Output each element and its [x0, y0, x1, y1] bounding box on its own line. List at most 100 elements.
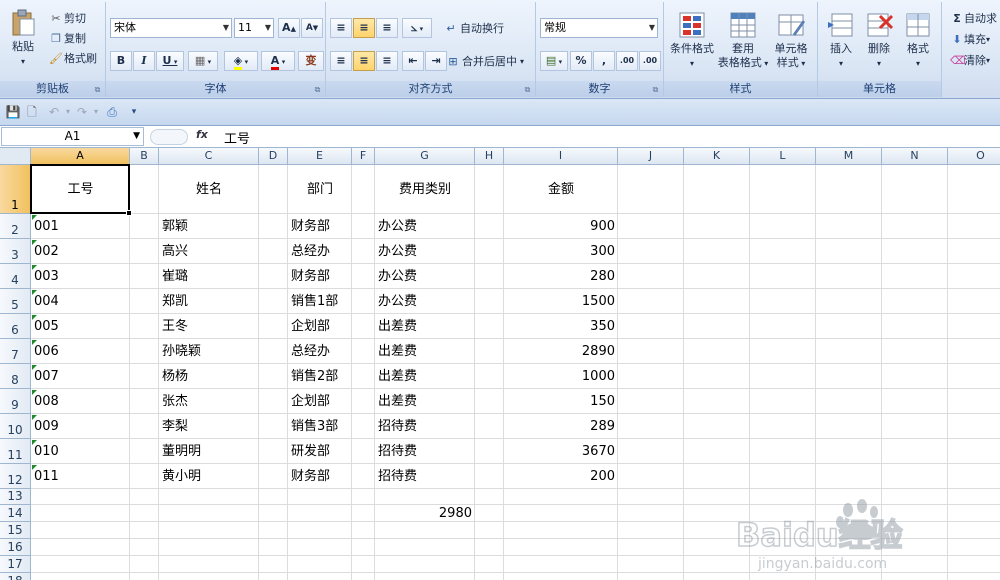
cell-type[interactable]: 出差费	[375, 314, 475, 339]
decrease-indent-button[interactable]: ⇤	[402, 51, 424, 71]
italic-button[interactable]: I	[133, 51, 155, 71]
cell-amount[interactable]: 2890	[504, 339, 618, 364]
percent-button[interactable]: %	[570, 51, 592, 71]
row-header-11[interactable]: 11	[0, 439, 31, 464]
cell-name[interactable]: 郑凯	[159, 289, 259, 314]
autosum-button[interactable]: Σ 自动求	[950, 10, 997, 26]
cell-name[interactable]: 孙晓颖	[159, 339, 259, 364]
cell-type[interactable]: 出差费	[375, 389, 475, 414]
column-header-b[interactable]: B	[130, 148, 159, 165]
delete-cells-button[interactable]: 删除 ▾	[860, 10, 898, 71]
header-cell-dept[interactable]: 部门	[288, 165, 352, 214]
phonetic-button[interactable]: 变	[298, 51, 324, 71]
cell-amount[interactable]: 1000	[504, 364, 618, 389]
align-top-button[interactable]: ≡	[330, 18, 352, 38]
row-header-14[interactable]: 14	[0, 505, 31, 522]
cell-name[interactable]: 高兴	[159, 239, 259, 264]
formula-input[interactable]: 工号	[224, 128, 250, 147]
column-header-l[interactable]: L	[750, 148, 816, 165]
font-size-select[interactable]: 11 ▼	[234, 18, 274, 38]
insert-cells-button[interactable]: 插入 ▾	[822, 10, 860, 71]
dialog-launcher-icon[interactable]: ⧉	[523, 85, 532, 94]
active-cell-a1[interactable]	[30, 164, 130, 214]
row-header-9[interactable]: 9	[0, 389, 31, 414]
row-header-1[interactable]: 1	[0, 165, 31, 214]
column-header-a[interactable]: A	[31, 148, 130, 165]
column-header-m[interactable]: M	[816, 148, 882, 165]
cell-amount[interactable]: 150	[504, 389, 618, 414]
column-header-f[interactable]: F	[352, 148, 375, 165]
cell-id[interactable]: 005	[31, 314, 130, 339]
insert-function-icon[interactable]: fx	[196, 128, 208, 141]
copy-button[interactable]: ❐ 复制	[48, 30, 86, 46]
row-header-18[interactable]: 18	[0, 573, 31, 580]
row-header-6[interactable]: 6	[0, 314, 31, 339]
cell-id[interactable]: 002	[31, 239, 130, 264]
cell-name[interactable]: 黄小明	[159, 464, 259, 489]
cell-name[interactable]: 王冬	[159, 314, 259, 339]
row-header-3[interactable]: 3	[0, 239, 31, 264]
cell-amount[interactable]: 280	[504, 264, 618, 289]
cell-type[interactable]: 出差费	[375, 364, 475, 389]
cell-id[interactable]: 006	[31, 339, 130, 364]
row-header-5[interactable]: 5	[0, 289, 31, 314]
column-header-n[interactable]: N	[882, 148, 948, 165]
header-cell-type[interactable]: 费用类别	[375, 165, 475, 214]
print-preview-icon[interactable]: ⎙	[104, 104, 120, 120]
select-all-corner[interactable]	[0, 148, 31, 165]
column-header-d[interactable]: D	[259, 148, 288, 165]
cell-id[interactable]: 009	[31, 414, 130, 439]
format-painter-button[interactable]: 🖌 格式刷	[48, 50, 97, 66]
cell-type[interactable]: 办公费	[375, 264, 475, 289]
cell-dept[interactable]: 销售3部	[288, 414, 352, 439]
align-right-button[interactable]: ≡	[376, 51, 398, 71]
grow-font-button[interactable]: A▲	[278, 18, 300, 38]
cell-name[interactable]: 杨杨	[159, 364, 259, 389]
paste-button[interactable]: 粘贴 ▾	[4, 8, 42, 69]
cell-amount[interactable]: 350	[504, 314, 618, 339]
cell-type[interactable]: 招待费	[375, 464, 475, 489]
cell-dept[interactable]: 总经办	[288, 339, 352, 364]
cell-dept[interactable]: 总经办	[288, 239, 352, 264]
column-header-g[interactable]: G	[375, 148, 475, 165]
chevron-down-icon[interactable]: ▼	[133, 128, 140, 145]
cell-dept[interactable]: 企划部	[288, 314, 352, 339]
cell-id[interactable]: 011	[31, 464, 130, 489]
column-header-k[interactable]: K	[684, 148, 750, 165]
header-cell-name[interactable]: 姓名	[159, 165, 259, 214]
customize-toolbar-icon[interactable]: ▾	[126, 104, 142, 120]
row-header-13[interactable]: 13	[0, 489, 31, 505]
cell-name[interactable]: 董明明	[159, 439, 259, 464]
cell-amount[interactable]: 900	[504, 214, 618, 239]
column-header-c[interactable]: C	[159, 148, 259, 165]
cell-amount[interactable]: 200	[504, 464, 618, 489]
formula-splitter-icon[interactable]	[150, 129, 188, 145]
cell-g14[interactable]: 2980	[375, 505, 475, 522]
align-middle-button[interactable]: ≡	[353, 18, 375, 38]
chevron-down-icon[interactable]: ▾	[88, 104, 104, 120]
fill-button[interactable]: ⬇ 填充 ▾	[950, 31, 990, 47]
cell-dept[interactable]: 财务部	[288, 464, 352, 489]
column-header-j[interactable]: J	[618, 148, 684, 165]
increase-decimal-button[interactable]: .00	[616, 51, 638, 71]
row-header-10[interactable]: 10	[0, 414, 31, 439]
format-as-table-button[interactable]: 套用 表格格式 ▾	[716, 10, 770, 71]
cell-type[interactable]: 办公费	[375, 239, 475, 264]
clear-button[interactable]: ⌫ 清除 ▾	[950, 52, 990, 68]
column-header-i[interactable]: I	[504, 148, 618, 165]
cell-dept[interactable]: 研发部	[288, 439, 352, 464]
spreadsheet-grid[interactable]: A B C D E F G H I J K L M N O 1 2 3 4 5 6 7 8 9 10 11 12 13 14 15 16 17…	[0, 148, 1000, 580]
header-cell-amount[interactable]: 金额	[504, 165, 618, 214]
cell-id[interactable]: 003	[31, 264, 130, 289]
font-family-select[interactable]: 宋体 ▼	[110, 18, 232, 38]
conditional-format-button[interactable]: 条件格式 ▾	[668, 10, 716, 71]
cell-styles-button[interactable]: 单元格 样式 ▾	[768, 10, 814, 71]
shrink-font-button[interactable]: A▼	[301, 18, 323, 38]
merge-center-button[interactable]: ⊞ 合并后居中 ▾	[444, 53, 524, 69]
dialog-launcher-icon[interactable]: ⧉	[93, 85, 102, 94]
cell-id[interactable]: 001	[31, 214, 130, 239]
fill-color-button[interactable]: ◈ ▾	[224, 51, 258, 71]
cell-amount[interactable]: 289	[504, 414, 618, 439]
fill-handle[interactable]	[126, 210, 132, 216]
cell-dept[interactable]: 销售1部	[288, 289, 352, 314]
